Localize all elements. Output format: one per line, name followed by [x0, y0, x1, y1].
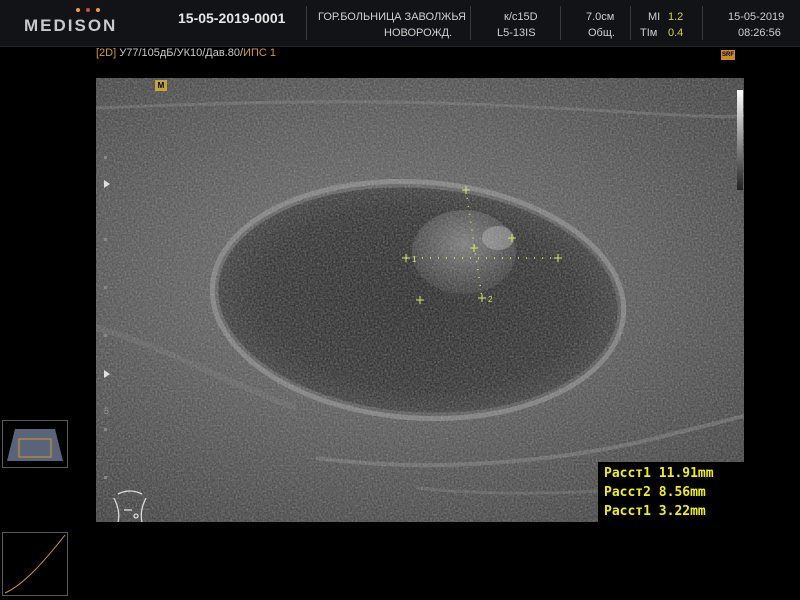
preset-name: Общ. — [588, 27, 615, 39]
focus-marker-icon[interactable] — [104, 370, 110, 378]
header-divider — [702, 6, 703, 40]
brand-logo: MEDISON — [24, 16, 118, 35]
exam-date: 15-05-2019 — [728, 11, 785, 23]
header-divider — [630, 6, 631, 40]
focus-marker-icon[interactable] — [104, 180, 110, 188]
depth-tick — [104, 476, 107, 479]
depth-scale-label: 5 — [104, 406, 110, 416]
depth-tick — [104, 286, 107, 289]
institution-name: ГОР.БОЛЬНИЦА ЗАВОЛЖЬЯ — [318, 11, 466, 23]
srf-badge: SRF — [721, 50, 735, 60]
measurement-results: Расст1 11.91mm Расст2 8.56mm Расст1 3.22… — [598, 462, 746, 524]
measurement-row: Расст2 8.56mm — [604, 485, 706, 500]
measurement-row: Расст1 11.91mm — [604, 466, 714, 481]
frame-rate: к/с15D — [504, 11, 538, 23]
header-bar: MEDISON 15-05-2019-0001 ГОР.БОЛЬНИЦА ЗАВ… — [0, 0, 800, 47]
header-divider — [306, 6, 307, 40]
tim-value: 0.4 — [668, 27, 684, 39]
depth-tick — [104, 428, 107, 431]
ultrasound-texture: 1 2 — [96, 78, 744, 522]
depth-tick — [104, 156, 107, 159]
mi-value: 1.2 — [668, 11, 684, 23]
ips-label: ИПС 1 — [243, 47, 276, 59]
mode-label: [2D] — [96, 47, 117, 59]
gray-map-curve-thumbnail[interactable] — [2, 532, 68, 596]
measurement-row: Расст1 3.22mm — [604, 504, 706, 519]
grayscale-bar — [737, 90, 743, 190]
department-name: НОВОРОЖД. — [384, 27, 453, 39]
imaging-parameters: [2D] У77/105дБ/УК10/Дав.80/ИПС 1 — [96, 47, 276, 59]
brand-dots — [76, 8, 100, 12]
probe-sector-thumbnail[interactable] — [2, 420, 68, 468]
depth-value: 7.0см — [586, 11, 615, 23]
depth-tick — [104, 238, 107, 241]
caliper-label: 1 — [412, 255, 417, 264]
gray-map-curve-icon — [4, 534, 66, 594]
brand-dot — [86, 8, 90, 12]
patient-id[interactable]: 15-05-2019-0001 — [178, 10, 285, 26]
brand-dot — [96, 8, 100, 12]
m-marker: M — [155, 80, 167, 91]
probe-sector-icon — [7, 429, 63, 461]
params-label: У77/105дБ/УК10/Дав.80/ — [119, 47, 244, 59]
ultrasound-image[interactable]: 1 2 — [96, 78, 744, 522]
header-divider — [560, 6, 561, 40]
caliper-label: 2 — [488, 295, 493, 304]
mi-label: MI — [648, 11, 661, 23]
header-divider — [470, 6, 471, 40]
tim-label: TIм — [640, 27, 658, 39]
probe-name: L5-13IS — [497, 27, 536, 39]
depth-tick — [104, 334, 107, 337]
exam-time: 08:26:56 — [738, 27, 781, 39]
brand-dot — [76, 8, 80, 12]
